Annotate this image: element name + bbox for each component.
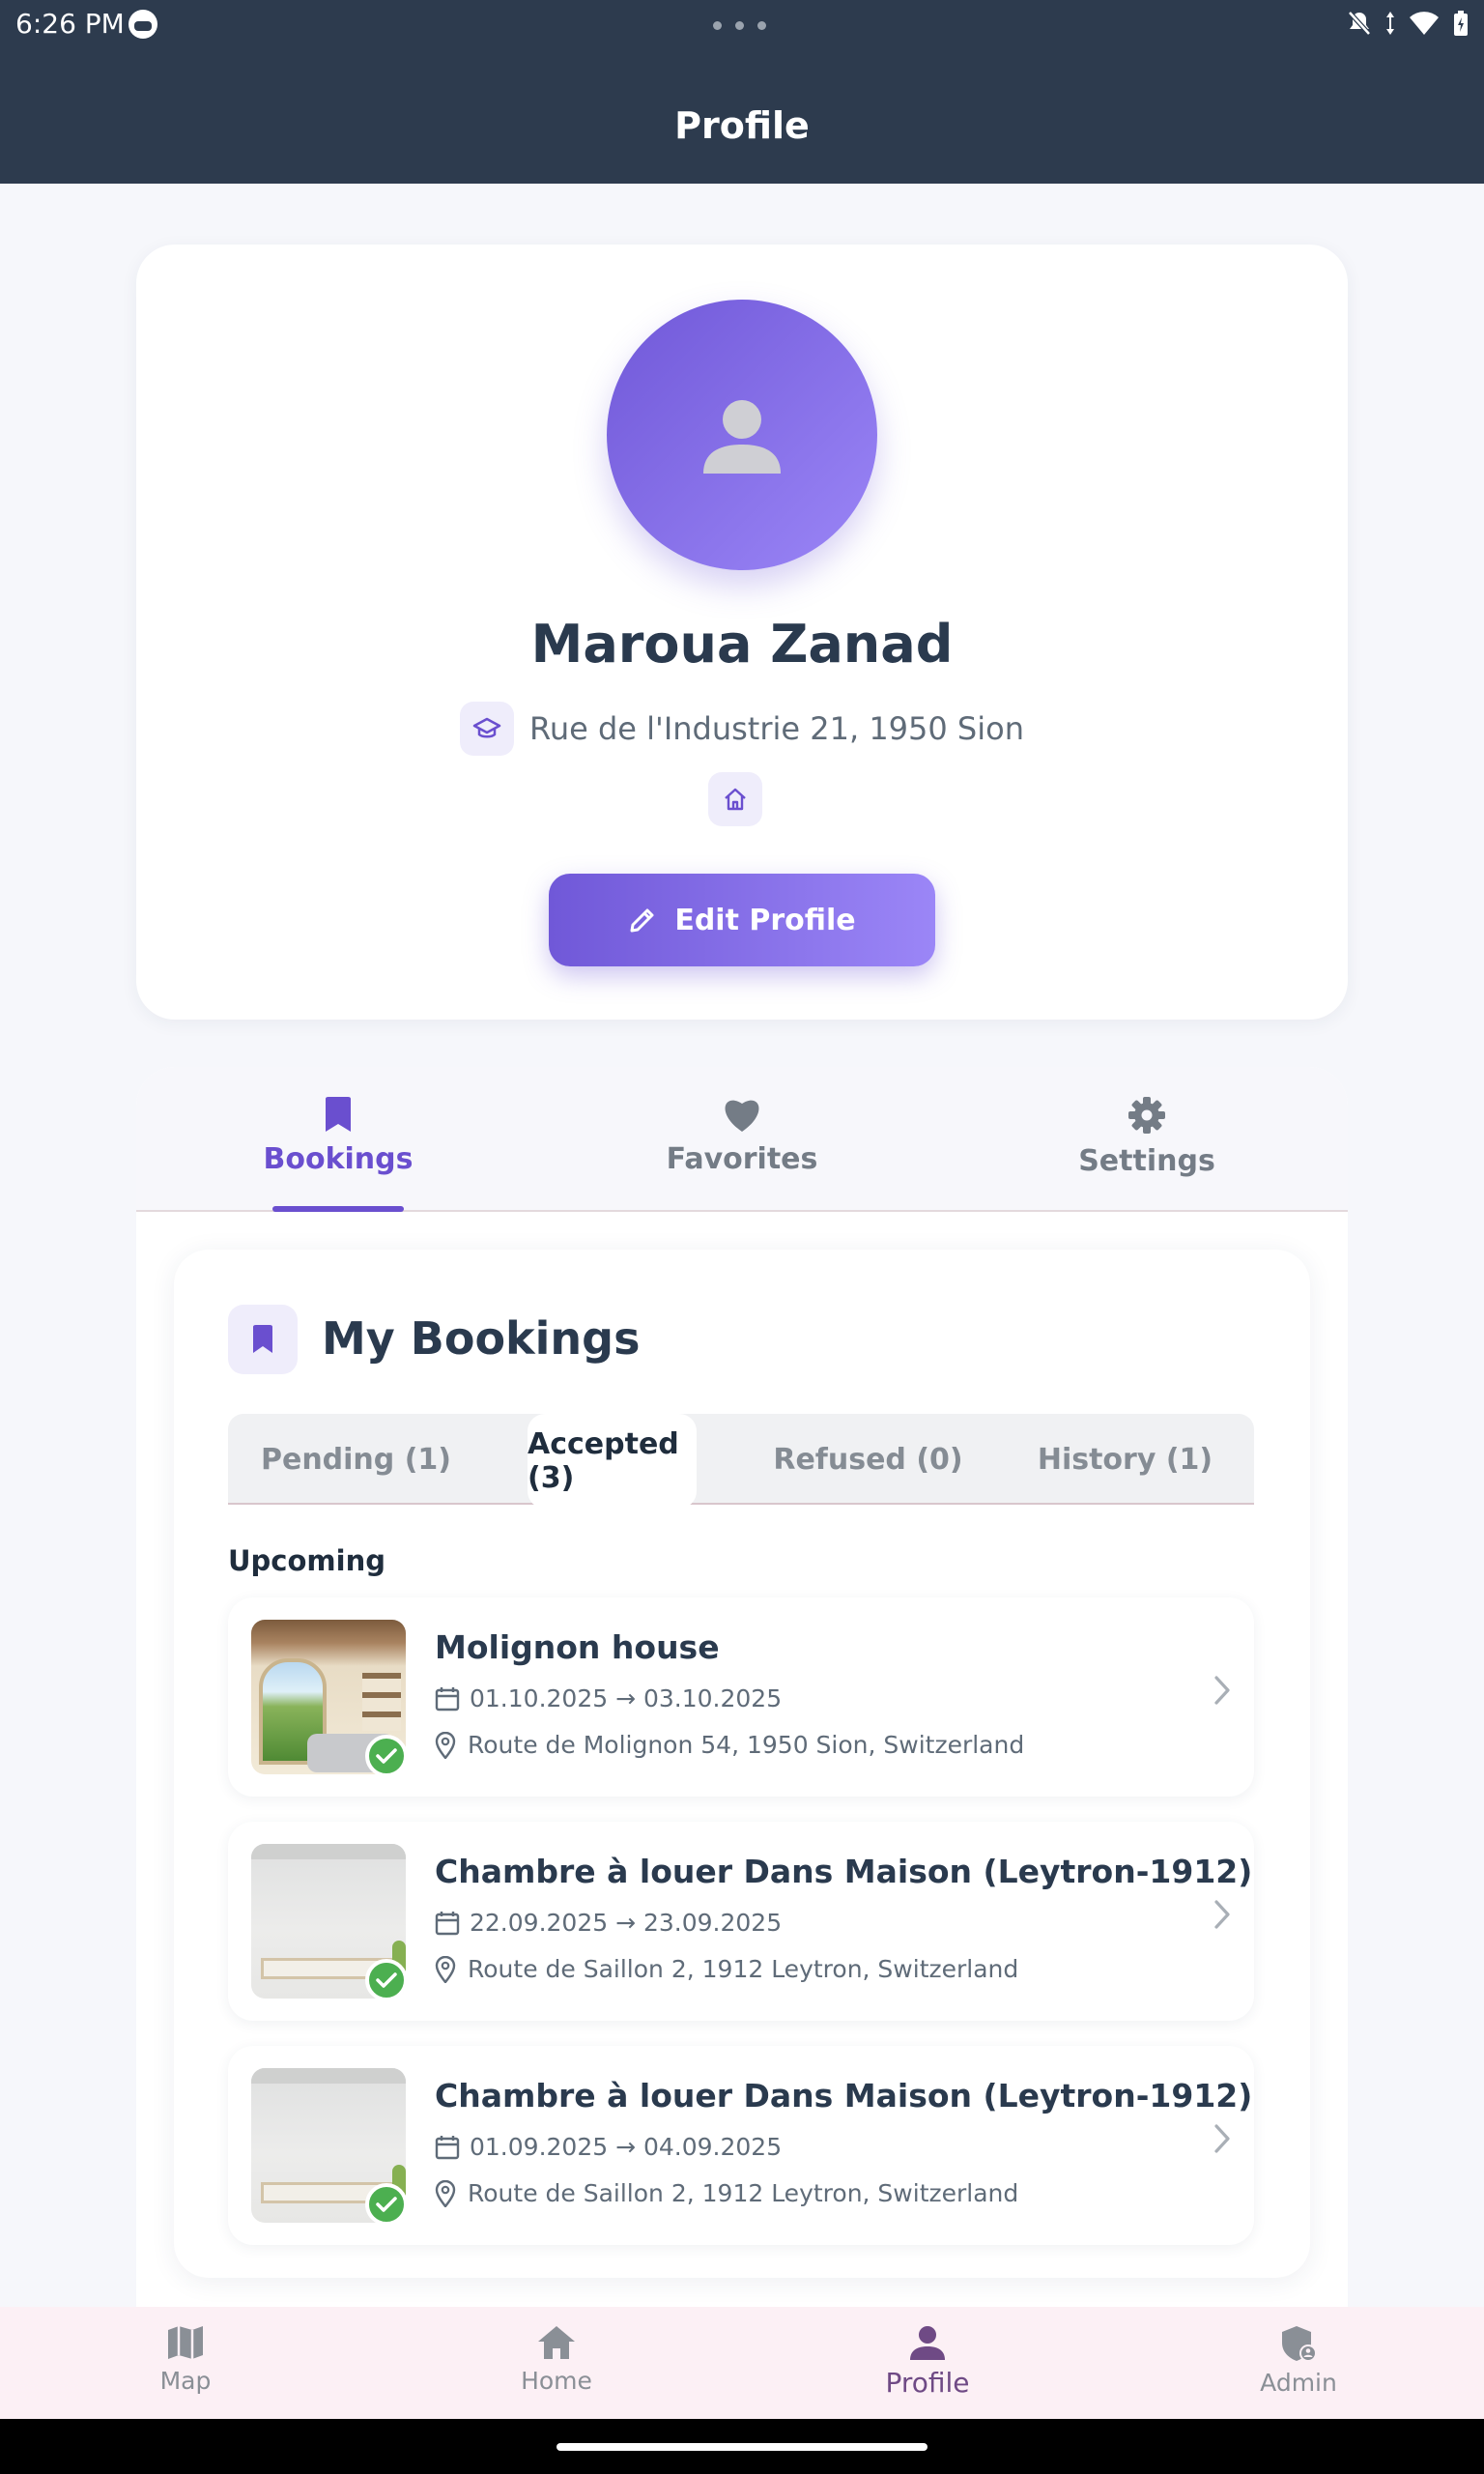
nav-admin-label: Admin <box>1260 2369 1337 2397</box>
booking-address: Route de Molignon 54, 1950 Sion, Switzer… <box>435 1731 1024 1759</box>
person-icon <box>910 2326 945 2360</box>
status-dots <box>713 21 766 30</box>
home-icon <box>708 772 762 826</box>
edit-profile-label: Edit Profile <box>674 903 856 937</box>
chevron-right-icon <box>1214 1900 1230 1929</box>
edit-profile-button[interactable]: Edit Profile <box>549 874 935 966</box>
subtab-pending[interactable]: Pending (1) <box>228 1414 484 1505</box>
tab-bar: Bookings Favorites Settings <box>136 1067 1348 1212</box>
booking-status-tabs: Pending (1) Accepted (3) Refused (0) His… <box>228 1414 1254 1509</box>
tab-settings[interactable]: Settings <box>1021 1096 1272 1178</box>
nav-map-label: Map <box>159 2367 212 2395</box>
profile-address: Rue de l'Industrie 21, 1950 Sion <box>529 710 1024 747</box>
heart-icon <box>725 1100 759 1132</box>
avatar[interactable] <box>607 300 877 570</box>
tab-bookings[interactable]: Bookings <box>213 1096 464 1176</box>
status-icons <box>1347 6 1469 41</box>
subtab-refused[interactable]: Refused (0) <box>740 1414 996 1505</box>
status-time: 6:26 PM <box>15 8 125 40</box>
data-arrows-icon <box>1386 12 1394 35</box>
home-icon <box>538 2326 575 2359</box>
profile-card: Maroua Zanad Rue de l'Industrie 21, 1950… <box>136 245 1348 1020</box>
nav-home-label: Home <box>521 2367 592 2395</box>
location-pin-icon <box>435 2179 456 2207</box>
booking-dates-text: 22.09.2025 → 23.09.2025 <box>470 1909 783 1937</box>
booking-address-text: Route de Molignon 54, 1950 Sion, Switzer… <box>468 1731 1025 1759</box>
system-gesture-bar <box>0 2419 1484 2474</box>
nav-profile[interactable]: Profile <box>831 2324 1024 2399</box>
page-title: Profile <box>674 104 810 147</box>
booking-address-text: Route de Saillon 2, 1912 Leytron, Switze… <box>468 1955 1019 1983</box>
address-row: Rue de l'Industrie 21, 1950 Sion <box>136 702 1348 756</box>
tab-settings-label: Settings <box>1078 1144 1215 1178</box>
booking-dates-text: 01.10.2025 → 03.10.2025 <box>470 1684 783 1712</box>
booking-address: Route de Saillon 2, 1912 Leytron, Switze… <box>435 1955 1018 1983</box>
graduation-cap-icon <box>460 702 515 756</box>
bottom-navigation: Map Home Profile Admin <box>0 2307 1484 2419</box>
tab-favorites[interactable]: Favorites <box>616 1096 868 1176</box>
booking-dates: 01.09.2025 → 04.09.2025 <box>435 2133 782 2161</box>
check-circle-icon <box>365 1959 408 2001</box>
booking-dates: 01.10.2025 → 03.10.2025 <box>435 1684 782 1712</box>
calendar-icon <box>435 2135 460 2159</box>
calendar-icon <box>435 1686 460 1711</box>
wifi-icon <box>1410 12 1439 35</box>
booking-item[interactable]: Chambre à louer Dans Maison (Leytron-191… <box>228 1822 1254 2021</box>
home-gesture-handle[interactable] <box>556 2443 928 2451</box>
notification-app-icon <box>128 10 157 39</box>
profile-name: Maroua Zanad <box>530 614 954 675</box>
admin-shield-icon <box>1282 2326 1317 2362</box>
booking-item[interactable]: Molignon house 01.10.2025 → 03.10.2025 R… <box>228 1597 1254 1797</box>
calendar-icon <box>435 1911 460 1935</box>
status-bar: 6:26 PM <box>0 0 1484 50</box>
gear-icon <box>1128 1097 1165 1134</box>
nav-home[interactable]: Home <box>460 2324 653 2395</box>
bookmark-icon <box>326 1097 351 1132</box>
booking-address-text: Route de Saillon 2, 1912 Leytron, Switze… <box>468 2179 1019 2207</box>
map-icon <box>168 2326 203 2359</box>
subtab-history[interactable]: History (1) <box>996 1414 1254 1505</box>
location-pin-icon <box>435 1955 456 1983</box>
nav-map[interactable]: Map <box>89 2324 282 2395</box>
check-circle-icon <box>365 2183 408 2226</box>
tab-favorites-label: Favorites <box>666 1142 818 1176</box>
booking-name: Chambre à louer Dans Maison (Leytron-191… <box>435 2077 1253 2114</box>
battery-icon <box>1454 11 1468 36</box>
chevron-right-icon <box>1214 1676 1230 1705</box>
booking-name: Molignon house <box>435 1628 720 1666</box>
pencil-icon <box>630 908 654 933</box>
subtab-accepted[interactable]: Accepted (3) <box>528 1414 697 1509</box>
booking-dates: 22.09.2025 → 23.09.2025 <box>435 1909 782 1937</box>
person-placeholder-icon <box>703 400 781 474</box>
bell-off-icon <box>1348 11 1371 36</box>
bookings-card: My Bookings Pending (1) Accepted (3) Ref… <box>174 1250 1310 2278</box>
nav-admin[interactable]: Admin <box>1202 2324 1395 2397</box>
nav-profile-label: Profile <box>885 2367 970 2399</box>
bookings-title: My Bookings <box>322 1312 641 1365</box>
booking-dates-text: 01.09.2025 → 04.09.2025 <box>470 2133 783 2161</box>
bookmark-icon <box>228 1305 298 1374</box>
app-bar: Profile <box>0 50 1484 184</box>
booking-address: Route de Saillon 2, 1912 Leytron, Switze… <box>435 2179 1018 2207</box>
chevron-right-icon <box>1214 2124 1230 2153</box>
active-tab-indicator <box>272 1206 404 1212</box>
check-circle-icon <box>365 1735 408 1777</box>
section-label-upcoming: Upcoming <box>228 1544 385 1577</box>
booking-name: Chambre à louer Dans Maison (Leytron-191… <box>435 1853 1253 1890</box>
location-pin-icon <box>435 1731 456 1759</box>
tab-bookings-label: Bookings <box>263 1142 414 1176</box>
booking-item[interactable]: Chambre à louer Dans Maison (Leytron-191… <box>228 2046 1254 2245</box>
